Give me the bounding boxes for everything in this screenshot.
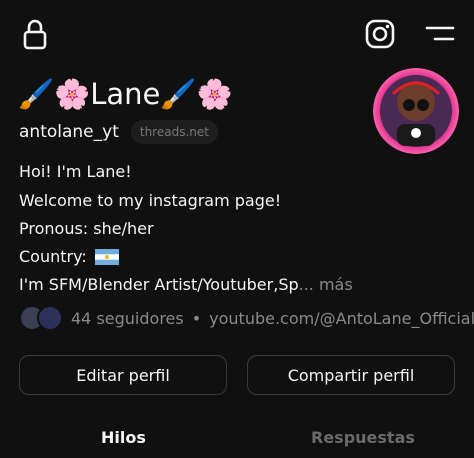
username: antolane_yt [19,122,119,142]
followers-row: 44 seguidores • youtube.com/@AntoLane_Of… [19,305,474,331]
menu-icon[interactable] [424,22,456,46]
argentina-flag-icon [94,249,119,265]
profile-link[interactable]: youtube.com/@AntoLane_Official [209,309,474,328]
bio-line-country: Country: [19,246,119,268]
instagram-icon[interactable] [364,18,396,50]
profile-display-name: 🖌️🌸Lane🖌️🌸 [18,77,233,111]
more-link[interactable]: ... más [299,275,353,294]
follower-avatar [37,305,63,331]
tab-respuestas[interactable]: Respuestas [311,428,415,447]
edit-profile-button[interactable]: Editar perfil [19,355,227,395]
bio-line-about: I'm SFM/Blender Artist/Youtuber,Sp... má… [19,274,353,296]
followers-count[interactable]: 44 seguidores [71,309,184,328]
separator-dot: • [191,308,202,328]
bio-line-pronouns: Pronous: she/her [19,219,154,238]
bio-line-greeting: Hoi! I'm Lane! [19,162,132,181]
bio-line-welcome: Welcome to my instagram page! [19,191,282,210]
tab-hilos[interactable]: Hilos [101,428,146,447]
lock-icon[interactable] [20,18,50,50]
threads-badge[interactable]: threads.net [130,120,218,144]
handle-row: antolane_yt threads.net [19,118,218,146]
avatar[interactable] [373,68,459,154]
bio-about-text: I'm SFM/Blender Artist/Youtuber,Sp [19,275,299,294]
country-label: Country: [19,247,87,266]
share-profile-button[interactable]: Compartir perfil [247,355,455,395]
